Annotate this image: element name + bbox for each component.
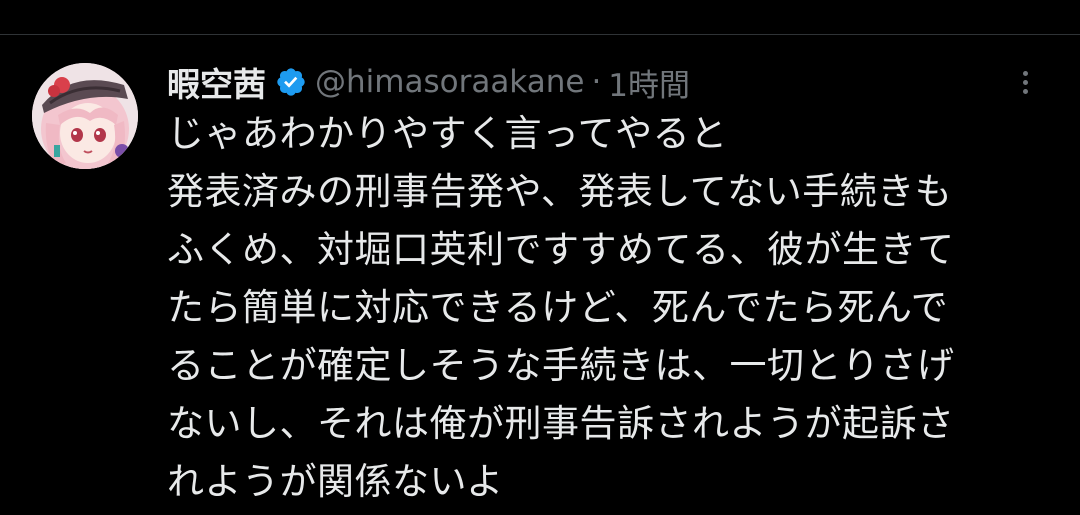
tweet-text-line: ないし、それは俺が刑事告訴されようが起訴さ: [167, 402, 955, 445]
timestamp[interactable]: 1時間: [608, 60, 690, 105]
more-dot: [1022, 79, 1028, 85]
tweet-text-line: 発表済みの刑事告発や、発表してない手続きも: [167, 170, 953, 213]
tweet-header: 暇空茜 @himasoraakane · 1時間: [167, 59, 690, 105]
more-dot: [1022, 70, 1028, 76]
avatar-image: [32, 63, 138, 169]
tweet-text-line: たら簡単に対応できるけど、死んでたら死んで: [167, 286, 949, 329]
verified-badge-icon: [275, 66, 307, 98]
tweet-text-line: ふくめ、対堀口英利ですすめてる、彼が生きて: [167, 228, 955, 271]
avatar[interactable]: [32, 63, 138, 169]
tweet-text-line: じゃあわかりやすく言ってやると: [167, 112, 728, 155]
tweet-text-line: ることが確定しそうな手続きは、一切とりさげ: [167, 344, 955, 387]
tweet[interactable]: 暇空茜 @himasoraakane · 1時間 じゃあわかりやすく言ってやると…: [0, 35, 1080, 515]
more-options-icon[interactable]: [1010, 67, 1040, 97]
separator-dot: ·: [591, 64, 602, 100]
display-name[interactable]: 暇空茜: [167, 58, 266, 106]
user-handle[interactable]: @himasoraakane: [315, 64, 584, 100]
more-dot: [1022, 88, 1028, 94]
tweet-text: じゃあわかりやすく言ってやると 発表済みの刑事告発や、発表してない手続きも ふく…: [167, 105, 1047, 511]
tweet-text-line: れようが関係ないよ: [167, 460, 504, 503]
